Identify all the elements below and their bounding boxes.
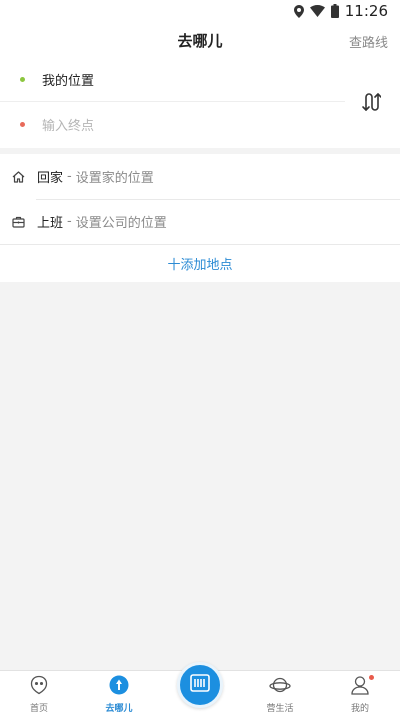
tab-mine-label: 我的 <box>350 704 369 712</box>
location-icon <box>293 4 304 18</box>
tab-mine[interactable]: 我的 <box>330 675 390 712</box>
user-icon <box>350 675 370 699</box>
work-hint: 设置公司的位置 <box>75 216 167 231</box>
start-location-field[interactable]: 我的位置 <box>0 58 345 102</box>
home-label: 回家 <box>37 171 64 186</box>
destination-placeholder: 输入终点 <box>42 118 95 134</box>
route-search-link[interactable]: 查路线 <box>349 32 388 51</box>
status-time: 11:26 <box>344 2 388 20</box>
home-icon <box>11 170 25 184</box>
work-label: 上班 <box>37 216 64 231</box>
saved-places: 回家 - 设置家的位置 上班 - 设置公司的位置 十添加地点 <box>0 154 400 282</box>
planet-icon <box>269 675 291 699</box>
scan-button[interactable] <box>177 662 223 708</box>
tab-home[interactable]: 首页 <box>9 675 69 712</box>
start-dot-icon <box>20 77 25 82</box>
tab-home-label: 首页 <box>29 704 48 712</box>
navigation-icon <box>109 675 129 699</box>
route-card: 我的位置 输入终点 <box>0 58 400 148</box>
battery-icon <box>330 4 339 18</box>
tab-go-label: 去哪儿 <box>105 704 133 712</box>
swap-route-icon[interactable] <box>360 90 382 114</box>
home-separator: - <box>67 169 72 184</box>
tab-life[interactable]: 营生活 <box>250 675 310 712</box>
destination-input[interactable]: 输入终点 <box>0 102 345 146</box>
briefcase-icon <box>11 215 25 229</box>
home-face-icon <box>29 675 49 699</box>
start-location-label: 我的位置 <box>42 74 95 89</box>
tab-go[interactable]: 去哪儿 <box>89 675 149 712</box>
work-place-row[interactable]: 上班 - 设置公司的位置 <box>0 199 400 244</box>
notification-badge <box>369 675 374 680</box>
end-dot-icon <box>20 121 25 127</box>
page-title: 去哪儿 <box>177 32 223 50</box>
home-place-row[interactable]: 回家 - 设置家的位置 <box>0 154 400 199</box>
home-hint: 设置家的位置 <box>75 171 154 186</box>
work-separator: - <box>67 214 72 229</box>
status-bar: 11:26 <box>0 0 400 22</box>
header: 去哪儿 查路线 <box>0 22 400 58</box>
scan-icon <box>190 674 210 696</box>
tab-life-label: 营生活 <box>266 704 294 712</box>
wifi-icon <box>309 5 325 17</box>
add-place-button[interactable]: 十添加地点 <box>0 245 400 282</box>
